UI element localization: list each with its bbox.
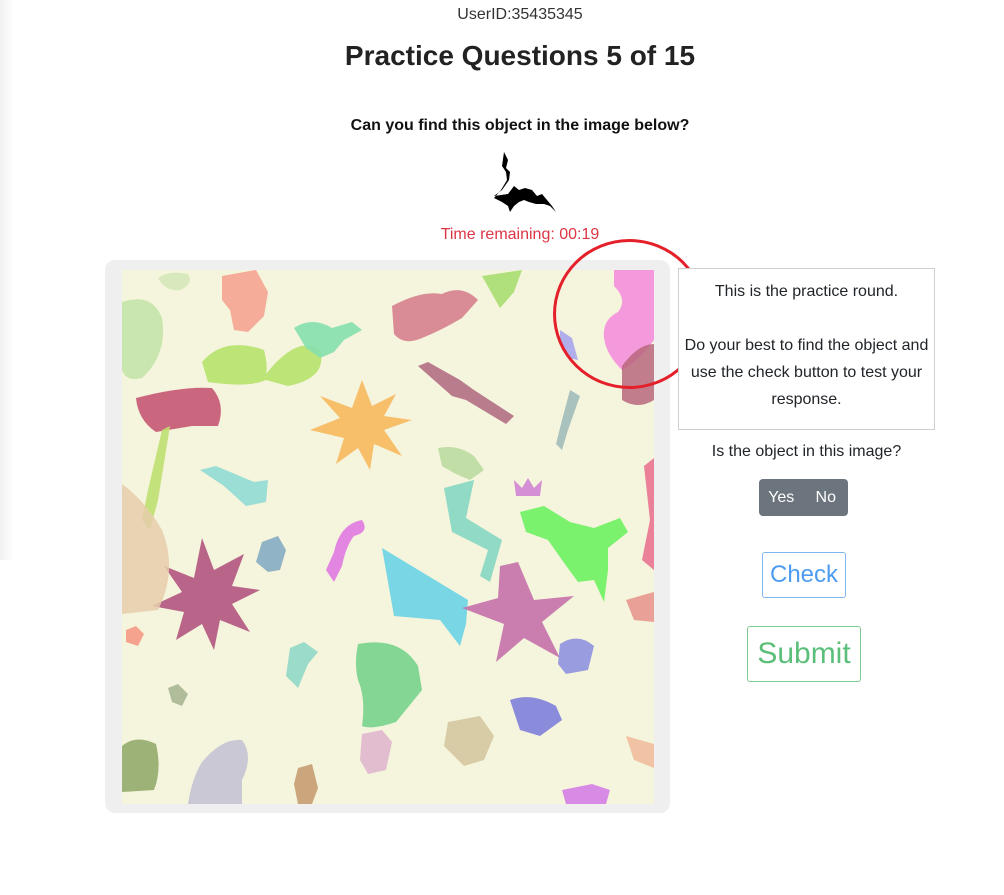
dancer-silhouette xyxy=(286,642,318,688)
crown-silhouette xyxy=(514,478,542,496)
pink-silhouette-right-edge xyxy=(642,458,654,570)
search-prompt: Can you find this object in the image be… xyxy=(350,117,690,134)
elephant-silhouette-grey xyxy=(188,739,248,804)
shovel-silhouette xyxy=(200,466,268,506)
rock-silhouette-olive xyxy=(122,739,159,792)
info-line-practice: This is the practice round. xyxy=(714,283,899,300)
starfish-silhouette xyxy=(462,562,574,662)
time-remaining-label: Time remaining: xyxy=(440,226,555,243)
time-remaining: Time remaining: 00:19 xyxy=(0,226,1004,244)
beetle-silhouette-green xyxy=(520,506,628,602)
butterfly-silhouette xyxy=(202,345,322,386)
heart-silhouette-green xyxy=(356,642,422,728)
info-line-instructions: Do your best to find the object and use … xyxy=(684,337,929,408)
submit-button[interactable]: Submit xyxy=(747,626,861,682)
robot-silhouette-teal xyxy=(444,480,502,582)
mushroom-silhouette xyxy=(136,387,221,432)
leaf-silhouette-lime xyxy=(482,270,522,308)
shoe-silhouette-rose xyxy=(392,290,478,342)
search-image[interactable] xyxy=(122,270,654,804)
object-question: Is the object in this image? xyxy=(711,443,902,460)
bird-silhouette-top-left xyxy=(158,272,190,291)
beige-silhouette-lower-right xyxy=(626,736,654,768)
practice-info-box: This is the practice round. Do your best… xyxy=(678,268,935,430)
frog-silhouette-tan xyxy=(444,716,494,766)
check-button[interactable]: Check xyxy=(762,552,846,598)
page-edge-shadow xyxy=(0,0,14,560)
no-button[interactable]: No xyxy=(804,479,849,516)
hook-silhouette-pink xyxy=(326,520,365,582)
bat-silhouette-icon xyxy=(494,152,556,212)
page-title: Practice Questions 5 of 15 xyxy=(344,40,696,71)
worm-silhouette xyxy=(556,390,580,450)
purple-fragment-circled xyxy=(560,330,578,360)
frog-silhouette xyxy=(256,536,286,572)
yes-no-toggle: Yes No xyxy=(759,479,848,516)
beetle-silhouette-pink xyxy=(562,784,610,804)
fly-silhouette-blue xyxy=(510,697,562,736)
leaf-shape-left xyxy=(122,299,164,379)
user-id-label: UserID:35435345 xyxy=(457,6,583,23)
animal-silhouette-salmon xyxy=(222,270,268,332)
stool-silhouette-pink xyxy=(360,730,392,774)
flag-silhouette-cyan xyxy=(382,548,468,646)
yes-button[interactable]: Yes xyxy=(759,479,804,516)
silhouette-collage xyxy=(122,270,654,804)
small-fish-coral xyxy=(126,626,144,646)
right-edge-fragment xyxy=(626,592,654,622)
insect-silhouette-sage xyxy=(438,447,484,480)
fish-silhouette-tan xyxy=(294,764,318,804)
leaf-star-orange xyxy=(310,380,412,470)
time-remaining-value: 00:19 xyxy=(559,226,600,243)
stick-silhouette xyxy=(418,362,514,424)
bird-silhouette-small xyxy=(168,684,188,706)
purple-fragment-lower xyxy=(558,638,594,674)
